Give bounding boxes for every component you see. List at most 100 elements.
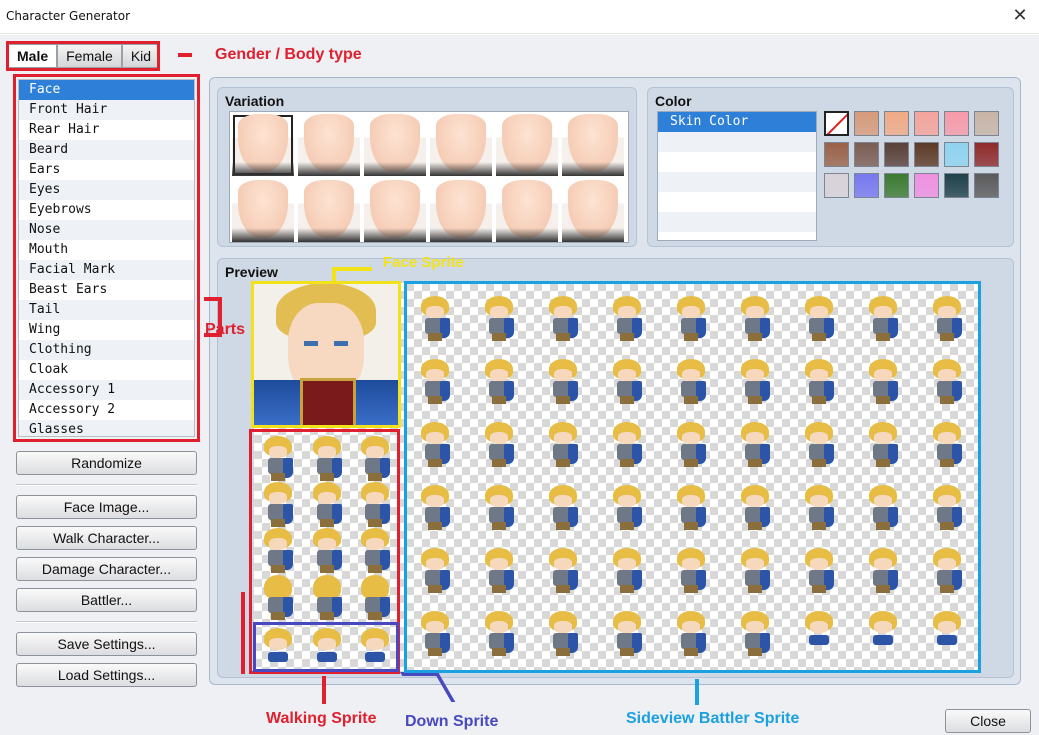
- parts-list-item[interactable]: Tail: [19, 300, 194, 320]
- tab-kid[interactable]: Kid: [121, 44, 161, 68]
- battler-sprite-frame: [482, 422, 516, 468]
- variation-cell[interactable]: [430, 180, 492, 242]
- gender-annotation-line: [178, 53, 192, 57]
- parts-list-item[interactable]: Front Hair: [19, 100, 194, 120]
- variation-cell[interactable]: [364, 180, 426, 242]
- parts-list-item[interactable]: Beast Ears: [19, 280, 194, 300]
- sprite-legs: [940, 333, 954, 341]
- sprite-skin: [746, 621, 764, 633]
- sprite-skin: [682, 495, 700, 507]
- variation-cell[interactable]: [496, 180, 558, 242]
- variation-grid[interactable]: [229, 111, 629, 243]
- color-list-item[interactable]: [658, 152, 816, 172]
- walk-character-button[interactable]: Walk Character...: [16, 526, 197, 550]
- randomize-button[interactable]: Randomize: [16, 451, 197, 475]
- color-swatch[interactable]: [854, 173, 879, 198]
- sprite-legs: [271, 473, 285, 481]
- variation-cell[interactable]: [430, 114, 492, 176]
- color-swatch[interactable]: [824, 173, 849, 198]
- color-list-item[interactable]: Skin Color: [658, 112, 816, 132]
- variation-cell[interactable]: [496, 114, 558, 176]
- close-button[interactable]: Close: [945, 709, 1031, 733]
- face-image-button[interactable]: Face Image...: [16, 495, 197, 519]
- sprite-skin: [426, 306, 444, 318]
- parts-list-item[interactable]: Clothing: [19, 340, 194, 360]
- battler-sprite-frame: [418, 611, 452, 657]
- color-swatch[interactable]: [824, 142, 849, 167]
- parts-list-item[interactable]: Rear Hair: [19, 120, 194, 140]
- color-swatch[interactable]: [914, 111, 939, 136]
- parts-list-item[interactable]: Ears: [19, 160, 194, 180]
- parts-list-item[interactable]: Eyebrows: [19, 200, 194, 220]
- color-swatch[interactable]: [884, 173, 909, 198]
- sprite-skin: [746, 369, 764, 381]
- color-swatch[interactable]: [884, 111, 909, 136]
- sprite-skin: [490, 558, 508, 570]
- parts-list-item[interactable]: Face: [19, 80, 194, 100]
- variation-cell[interactable]: [364, 114, 426, 176]
- sprite-legs: [271, 612, 285, 620]
- parts-list[interactable]: Face Front Hair Rear Hair Beard Ears Eyes Eyeb…: [18, 79, 195, 437]
- load-settings-button[interactable]: Load Settings...: [16, 663, 197, 687]
- variation-cell[interactable]: [298, 114, 360, 176]
- sprite-legs: [684, 459, 698, 467]
- variation-cell[interactable]: [562, 180, 624, 242]
- window-titlebar: Character Generator ✕: [0, 0, 1039, 34]
- tab-male[interactable]: Male: [8, 44, 58, 68]
- color-list-item[interactable]: [658, 192, 816, 212]
- parts-list-item[interactable]: Beard: [19, 140, 194, 160]
- sprite-legs: [620, 585, 634, 593]
- color-swatch[interactable]: [974, 173, 999, 198]
- parts-list-item[interactable]: Cloak: [19, 360, 194, 380]
- color-list[interactable]: Skin Color: [657, 111, 817, 241]
- sprite-legs: [684, 522, 698, 530]
- variation-cell[interactable]: [232, 180, 294, 242]
- parts-list-item[interactable]: Glasses: [19, 420, 194, 436]
- color-swatch[interactable]: [854, 142, 879, 167]
- damage-character-button[interactable]: Damage Character...: [16, 557, 197, 581]
- no-color-swatch[interactable]: [824, 111, 849, 136]
- parts-list-item[interactable]: Accessory 1: [19, 380, 194, 400]
- parts-list-item[interactable]: Wing: [19, 320, 194, 340]
- sprite-skin: [554, 621, 572, 633]
- sprite-skin: [746, 495, 764, 507]
- parts-list-item[interactable]: Accessory 2: [19, 400, 194, 420]
- color-list-item[interactable]: [658, 132, 816, 152]
- parts-list-item[interactable]: Nose: [19, 220, 194, 240]
- walking-sprite-annotation-label: Walking Sprite: [266, 710, 377, 727]
- tab-female[interactable]: Female: [57, 44, 122, 68]
- preview-title: Preview: [225, 264, 278, 280]
- variation-cell[interactable]: [298, 180, 360, 242]
- color-list-item[interactable]: [658, 212, 816, 232]
- parts-list-item[interactable]: Mouth: [19, 240, 194, 260]
- down-sprite-frame: [261, 628, 295, 674]
- color-swatch[interactable]: [884, 142, 909, 167]
- sprite-skin: [874, 495, 892, 507]
- battler-sprite-frame: [674, 611, 708, 657]
- parts-list-item[interactable]: Eyes: [19, 180, 194, 200]
- battler-sprite-frame: [738, 422, 772, 468]
- battler-button[interactable]: Battler...: [16, 588, 197, 612]
- color-swatch[interactable]: [944, 142, 969, 167]
- separator: [16, 484, 197, 486]
- color-swatch[interactable]: [974, 111, 999, 136]
- sprite-skin: [938, 621, 956, 633]
- color-swatch[interactable]: [974, 142, 999, 167]
- battler-sprite-frame: [866, 611, 900, 657]
- parts-list-item[interactable]: Facial Mark: [19, 260, 194, 280]
- save-settings-button[interactable]: Save Settings...: [16, 632, 197, 656]
- sprite-skin: [490, 495, 508, 507]
- color-swatch[interactable]: [854, 111, 879, 136]
- window-close-icon[interactable]: ✕: [1009, 4, 1031, 26]
- color-swatch[interactable]: [914, 142, 939, 167]
- color-swatch[interactable]: [914, 173, 939, 198]
- sprite-skin: [618, 558, 636, 570]
- battler-sprite-frame: [482, 296, 516, 342]
- color-list-item[interactable]: [658, 172, 816, 192]
- color-swatch[interactable]: [944, 111, 969, 136]
- sprite-legs: [428, 522, 442, 530]
- sprite-skin: [682, 369, 700, 381]
- variation-cell[interactable]: [562, 114, 624, 176]
- variation-cell[interactable]: [232, 114, 294, 176]
- color-swatch[interactable]: [944, 173, 969, 198]
